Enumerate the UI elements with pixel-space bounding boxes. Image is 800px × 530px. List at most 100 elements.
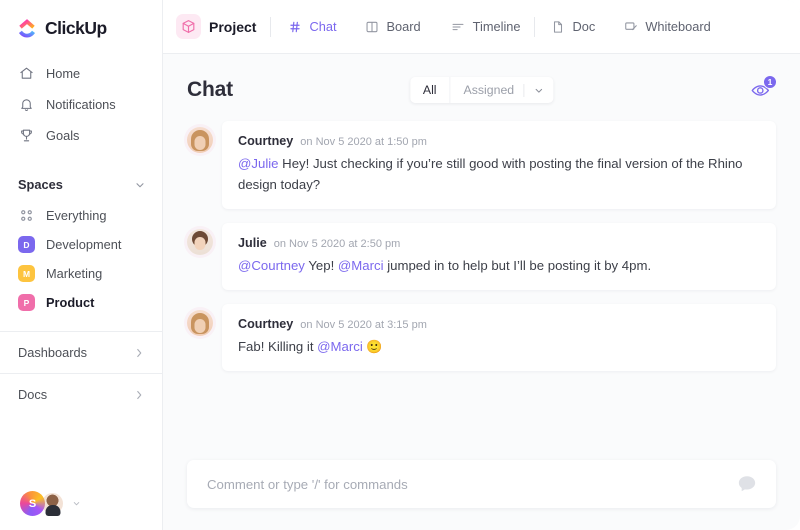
watchers-count-badge: 1 [763, 75, 777, 89]
sidebar-item-label: Home [46, 66, 80, 81]
message-bubble[interactable]: Courtney on Nov 5 2020 at 3:15 pm Fab! K… [222, 304, 776, 371]
sidebar: ClickUp Home Notifications [0, 0, 163, 530]
message-item: Courtney on Nov 5 2020 at 1:50 pm @Julie… [187, 121, 776, 209]
message-list: Courtney on Nov 5 2020 at 1:50 pm @Julie… [163, 119, 800, 460]
sidebar-item-label: Goals [46, 128, 79, 143]
sidebar-item-development[interactable]: D Development [0, 230, 162, 259]
message-author: Courtney [238, 317, 293, 331]
sidebar-item-label: Dashboards [18, 345, 87, 360]
message-filter: All Assigned [410, 77, 553, 103]
message-timestamp: on Nov 5 2020 at 2:50 pm [274, 238, 401, 250]
emoji-slightly-smiling-icon: 🙂 [363, 339, 383, 354]
message-author: Courtney [238, 134, 293, 148]
avatar-julie[interactable] [187, 229, 213, 255]
chevron-right-icon [133, 347, 145, 359]
comment-composer[interactable]: Comment or type '/' for commands [187, 460, 776, 508]
app-logo-text: ClickUp [45, 18, 107, 39]
workspace-avatar[interactable]: S [20, 491, 45, 516]
sidebar-links: Dashboards Docs [0, 331, 162, 415]
spaces-title: Spaces [18, 177, 63, 192]
chevron-right-icon [133, 389, 145, 401]
sidebar-item-marketing[interactable]: M Marketing [0, 259, 162, 288]
message-timestamp: on Nov 5 2020 at 3:15 pm [300, 319, 427, 331]
mention-link[interactable]: @Marci [317, 339, 363, 354]
spaces-section-header[interactable]: Spaces [0, 160, 162, 201]
sidebar-item-label: Docs [18, 387, 47, 402]
chat-header: Chat All Assigned 1 [163, 54, 800, 119]
message-text: jumped in to help but I’ll be posting it… [384, 258, 652, 273]
chevron-down-icon [533, 85, 544, 96]
filter-assigned-label: Assigned [464, 83, 515, 97]
mention-link[interactable]: @Courtney [238, 258, 305, 273]
sidebar-item-dashboards[interactable]: Dashboards [0, 331, 162, 373]
filter-all-button[interactable]: All [410, 77, 451, 103]
message-item: Julie on Nov 5 2020 at 2:50 pm @Courtney… [187, 223, 776, 290]
space-label: Marketing [46, 266, 102, 281]
message-body: Fab! Killing it @Marci 🙂 [238, 336, 760, 357]
message-timestamp: on Nov 5 2020 at 1:50 pm [300, 136, 427, 148]
clickup-window: ClickUp Home Notifications [0, 0, 800, 530]
mention-link[interactable]: @Marci [338, 258, 384, 273]
hash-icon [287, 19, 302, 34]
sidebar-item-everything[interactable]: Everything [0, 201, 162, 230]
sidebar-item-product[interactable]: P Product [0, 288, 162, 317]
chevron-down-icon[interactable] [72, 499, 81, 508]
mention-link[interactable]: @Julie [238, 156, 279, 171]
tab-label: Timeline [473, 19, 521, 34]
avatar-courtney[interactable] [187, 127, 213, 153]
tab-whiteboard[interactable]: Whiteboard [609, 0, 724, 54]
view-tabs-bar: Project Chat Board Timeline [163, 0, 800, 54]
timeline-icon [451, 19, 466, 34]
sidebar-footer[interactable]: S [0, 491, 162, 530]
message-bubble[interactable]: Julie on Nov 5 2020 at 2:50 pm @Courtney… [222, 223, 776, 290]
tab-label: Whiteboard [645, 19, 710, 34]
tab-timeline[interactable]: Timeline [435, 0, 535, 54]
tab-label: Board [387, 19, 421, 34]
app-logo[interactable]: ClickUp [0, 0, 162, 55]
sidebar-item-notifications[interactable]: Notifications [0, 89, 162, 120]
message-item: Courtney on Nov 5 2020 at 3:15 pm Fab! K… [187, 304, 776, 371]
tab-label: Doc [573, 19, 596, 34]
filter-assigned-dropdown[interactable]: Assigned [451, 77, 554, 103]
space-badge-icon: D [18, 236, 35, 253]
project-name: Project [209, 19, 256, 35]
board-icon [365, 19, 380, 34]
message-author: Julie [238, 236, 267, 250]
page-title: Chat [187, 78, 233, 102]
message-body: @Julie Hey! Just checking if you’re stil… [238, 153, 760, 195]
sidebar-item-docs[interactable]: Docs [0, 373, 162, 415]
message-meta: Julie on Nov 5 2020 at 2:50 pm [238, 236, 760, 250]
composer-area: Comment or type '/' for commands [163, 460, 800, 530]
grid-dots-icon [18, 207, 35, 224]
message-body: @Courtney Yep! @Marci jumped in to help … [238, 255, 760, 276]
tab-chat[interactable]: Chat [273, 0, 350, 54]
primary-nav: Home Notifications Goals [0, 55, 162, 151]
space-label: Everything [46, 208, 106, 223]
filter-divider [523, 84, 524, 97]
message-bubble[interactable]: Courtney on Nov 5 2020 at 1:50 pm @Julie… [222, 121, 776, 209]
project-selector[interactable]: Project [176, 14, 271, 39]
message-text: Yep! [305, 258, 338, 273]
avatar-courtney[interactable] [187, 310, 213, 336]
message-meta: Courtney on Nov 5 2020 at 1:50 pm [238, 134, 760, 148]
message-text: Hey! Just checking if you’re still good … [238, 156, 743, 192]
tab-doc[interactable]: Doc [535, 0, 610, 54]
message-text: Fab! Killing it [238, 339, 317, 354]
cube-icon [176, 14, 201, 39]
bell-icon [18, 96, 35, 113]
comment-bubble-icon[interactable] [736, 473, 758, 495]
message-meta: Courtney on Nov 5 2020 at 3:15 pm [238, 317, 760, 331]
chevron-down-icon[interactable] [134, 179, 146, 191]
trophy-icon [18, 127, 35, 144]
space-label: Development [46, 237, 121, 252]
watchers-button[interactable]: 1 [746, 76, 776, 104]
sidebar-item-home[interactable]: Home [0, 58, 162, 89]
comment-input[interactable]: Comment or type '/' for commands [207, 477, 736, 492]
tab-board[interactable]: Board [351, 0, 435, 54]
tab-label: Chat [309, 19, 336, 34]
space-label: Product [46, 295, 94, 310]
sidebar-item-goals[interactable]: Goals [0, 120, 162, 151]
doc-icon [551, 19, 566, 34]
sidebar-item-label: Notifications [46, 97, 116, 112]
whiteboard-icon [623, 19, 638, 34]
